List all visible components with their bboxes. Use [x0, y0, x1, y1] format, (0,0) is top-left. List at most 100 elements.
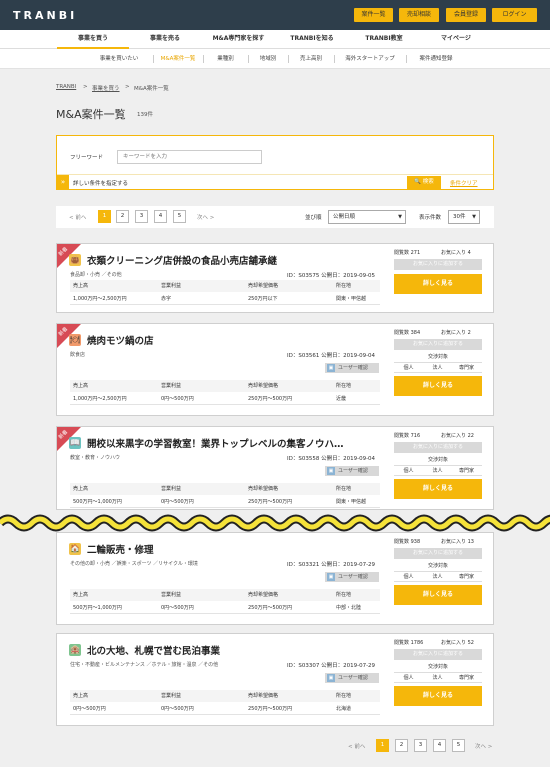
- listing-card[interactable]: 🏠 二輪販売・修理 その他の卸・小売 ／娯楽・スポーツ ／リサイクル・環境 ID：S0…: [56, 532, 494, 625]
- clear-conditions-link[interactable]: 条件クリア: [450, 179, 478, 187]
- add-favorite-button[interactable]: お気に入りに追加する: [394, 259, 482, 270]
- transaction-target-row: 個人 法人 専門家: [394, 571, 482, 582]
- next-page-link[interactable]: 次へ >: [197, 213, 214, 221]
- table-cell: 北海道: [336, 706, 352, 712]
- table-header: 売上高 営業利益 売却希望価格 所在地: [70, 589, 380, 601]
- detail-button[interactable]: 詳しく見る: [394, 376, 482, 396]
- transaction-type: 法人: [432, 468, 443, 474]
- sell-consult-button[interactable]: 売却相談: [399, 8, 439, 22]
- search-panel: フリーワード » 詳しい条件を指定する 🔍 検索 条件クリア: [56, 135, 494, 190]
- detail-button[interactable]: 詳しく見る: [394, 585, 482, 605]
- detail-button[interactable]: 詳しく見る: [394, 479, 482, 499]
- add-favorite-button[interactable]: お気に入りに追加する: [394, 548, 482, 559]
- prev-page-link[interactable]: < 前へ: [348, 742, 365, 750]
- table-cell: 0円〜500万円: [161, 706, 194, 712]
- listing-card[interactable]: 🏨 北の大地、札幌で営む民泊事業 住宅・不動産・ビルメンテナンス ／ホテル・旅館・温…: [56, 633, 494, 726]
- table-row: 500万円〜1,000万円 0円〜500万円 250万円〜500万円 中部・北陸: [70, 602, 380, 614]
- user-verified-label: ユーザー確認: [338, 675, 368, 681]
- add-favorite-button[interactable]: お気に入りに追加する: [394, 442, 482, 453]
- listing-categories: 住宅・不動産・ビルメンテナンス ／ホテル・旅館・温泉 ／その他: [70, 662, 219, 668]
- search-button[interactable]: 🔍 検索: [407, 176, 441, 189]
- page-1[interactable]: 1: [98, 210, 111, 223]
- breadcrumb-home[interactable]: TRANBI: [56, 84, 76, 90]
- listing-title[interactable]: 二輪販売・修理: [87, 542, 154, 556]
- listing-title[interactable]: 衣類クリーニング店併設の食品小売店舗承継: [87, 253, 277, 267]
- detail-button[interactable]: 詳しく見る: [394, 274, 482, 294]
- caret-down-icon: ▼: [398, 214, 402, 220]
- column-header: 所在地: [336, 283, 352, 289]
- detail-button[interactable]: 詳しく見る: [394, 686, 482, 706]
- column-header: 売上高: [73, 383, 89, 389]
- page-3[interactable]: 3: [135, 210, 148, 223]
- sort-value: 公開日順: [333, 214, 356, 220]
- listing-id-date: ID：S03307 公開日：2019-07-29: [287, 663, 376, 669]
- subnav-sales[interactable]: 売上高別: [288, 49, 334, 69]
- listing-card[interactable]: 新着 📖 開校以来黒字の学習教室！業界トップレベルの集客ノウハ… 教室・教育・ノウハウ…: [56, 426, 494, 510]
- column-header: 所在地: [336, 592, 352, 598]
- caret-down-icon: ▼: [472, 214, 476, 220]
- sort-label: 並び順: [305, 215, 322, 221]
- transaction-type: 専門家: [458, 365, 474, 371]
- user-verified-tag: ▣ ユーザー確認: [325, 466, 379, 476]
- column-header: 売却希望価格: [248, 486, 279, 492]
- next-page-link[interactable]: 次へ >: [475, 742, 492, 750]
- transaction-type: 法人: [432, 675, 443, 681]
- table-cell: 関東・甲信越: [336, 499, 367, 505]
- add-favorite-button[interactable]: お気に入りに追加する: [394, 339, 482, 350]
- add-favorite-button[interactable]: お気に入りに追加する: [394, 649, 482, 660]
- nav-about[interactable]: TRANBIを知る: [276, 30, 348, 49]
- cut-separator: [0, 514, 550, 532]
- user-verified-label: ユーザー確認: [338, 365, 368, 371]
- subnav-industry[interactable]: 業種別: [203, 49, 248, 69]
- subnav-alerts[interactable]: 案件通知登録: [406, 49, 466, 69]
- page-4[interactable]: 4: [433, 739, 446, 752]
- nav-buy[interactable]: 事業を買う: [57, 30, 129, 49]
- breadcrumb-buy[interactable]: 事業を買う: [92, 84, 120, 92]
- subnav-overseas[interactable]: 海外スタートアップ: [334, 49, 406, 69]
- listing-title[interactable]: 焼肉モツ鍋の店: [87, 333, 154, 347]
- nav-mypage[interactable]: マイページ: [420, 30, 492, 49]
- column-header: 売却希望価格: [248, 383, 279, 389]
- page-3[interactable]: 3: [414, 739, 427, 752]
- transaction-target-label: 交渉対象: [427, 457, 448, 463]
- table-header: 売上高 営業利益 売却希望価格 所在地: [70, 690, 380, 702]
- table-cell: 500万円〜1,000万円: [73, 499, 122, 505]
- column-header: 売却希望価格: [248, 592, 279, 598]
- nav-experts[interactable]: M&A専門家を探す: [201, 30, 276, 49]
- subnav-region[interactable]: 地域別: [248, 49, 288, 69]
- column-header: 所在地: [336, 693, 352, 699]
- transaction-target-row: 個人 法人 専門家: [394, 465, 482, 476]
- listing-card[interactable]: 新着 👜 衣類クリーニング店併設の食品小売店舗承継 食品卸・小売 ／その他 ID：S03…: [56, 243, 494, 313]
- sort-select[interactable]: 公開日順 ▼: [328, 210, 406, 224]
- page-5[interactable]: 5: [173, 210, 186, 223]
- page-4[interactable]: 4: [154, 210, 167, 223]
- register-button[interactable]: 会員登録: [446, 8, 486, 22]
- category-icon: 🏠: [69, 543, 81, 555]
- page-1[interactable]: 1: [376, 739, 389, 752]
- listing-title[interactable]: 北の大地、札幌で営む民泊事業: [87, 643, 220, 657]
- view-count: 閲覧数 1786: [394, 640, 424, 646]
- logo[interactable]: TRANBI: [13, 9, 77, 22]
- table-cell: 1,000万円〜2,500万円: [73, 396, 127, 402]
- page-2[interactable]: 2: [116, 210, 129, 223]
- nav-school[interactable]: TRANBI教室: [348, 30, 420, 49]
- page-5[interactable]: 5: [452, 739, 465, 752]
- column-header: 売上高: [73, 693, 89, 699]
- transaction-type: 専門家: [458, 574, 474, 580]
- listing-card[interactable]: 新着 🍽 焼肉モツ鍋の店 飲食店 ID：S03561 公開日：2019-09-04 ▣ ユー…: [56, 323, 494, 416]
- listings-button[interactable]: 案件一覧: [354, 8, 393, 22]
- fav-count: お気に入り 2: [441, 330, 471, 336]
- login-button[interactable]: ログイン: [492, 8, 537, 22]
- page-2[interactable]: 2: [395, 739, 408, 752]
- advanced-search-toggle[interactable]: » 詳しい条件を指定する 🔍 検索 条件クリア: [57, 174, 493, 190]
- nav-sell[interactable]: 事業を売る: [129, 30, 201, 49]
- prev-page-link[interactable]: < 前へ: [69, 213, 86, 221]
- subnav-listings[interactable]: M&A案件一覧: [153, 49, 203, 69]
- per-page-select[interactable]: 30件 ▼: [448, 210, 480, 224]
- search-input[interactable]: [117, 150, 262, 164]
- user-icon: ▣: [327, 674, 335, 682]
- subnav-want-to-buy[interactable]: 事業を買いたい: [85, 49, 153, 69]
- listing-title[interactable]: 開校以来黒字の学習教室！業界トップレベルの集客ノウハ…: [87, 436, 344, 450]
- transaction-type: 個人: [403, 365, 414, 371]
- pagination-top: < 前へ 1 2 3 4 5 次へ > 並び順 公開日順 ▼ 表示件数 30件 ▼: [56, 206, 494, 228]
